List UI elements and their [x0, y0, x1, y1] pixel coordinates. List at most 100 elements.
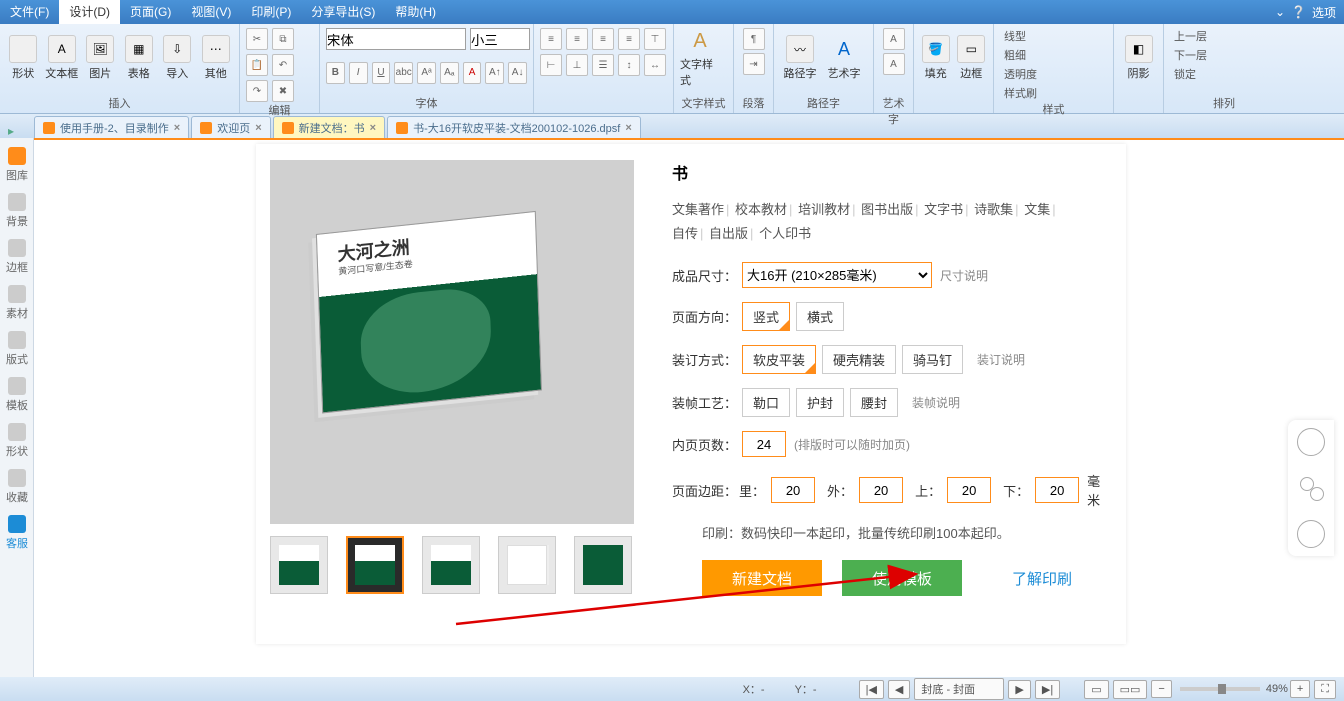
delete-icon[interactable]: ✖: [272, 80, 294, 102]
craft-hint-link[interactable]: 装帧说明: [912, 394, 960, 411]
menu-design[interactable]: 设计(D): [59, 0, 120, 24]
margin-bottom-input[interactable]: [1035, 477, 1079, 503]
page-nav-select[interactable]: 封底 - 封面: [914, 678, 1004, 700]
redo-icon[interactable]: ↷: [246, 80, 268, 102]
copy-icon[interactable]: ⧉: [272, 28, 294, 50]
margin-outer-input[interactable]: [859, 477, 903, 503]
arttext-button[interactable]: A艺术字: [824, 28, 864, 88]
zoom-fit-button[interactable]: ⛶: [1314, 680, 1336, 699]
insert-image-button[interactable]: 🖼图片: [83, 28, 118, 88]
bind-hint-link[interactable]: 装订说明: [977, 351, 1025, 368]
zoom-out-button[interactable]: −: [1151, 680, 1171, 698]
linespace-icon[interactable]: ↕: [618, 54, 640, 76]
sidebar-item-shape[interactable]: 形状: [0, 418, 34, 464]
art-icon1[interactable]: A: [883, 28, 905, 50]
thickness-button[interactable]: 粗细: [1000, 47, 1107, 63]
textstyle-button[interactable]: A文字样式: [680, 28, 720, 88]
craft-belt[interactable]: 腰封: [850, 388, 898, 417]
list-icon[interactable]: ☰: [592, 54, 614, 76]
align-justify-icon[interactable]: ≡: [618, 28, 640, 50]
close-icon[interactable]: ×: [625, 122, 631, 134]
collapse-ribbon-icon[interactable]: ⌄: [1275, 5, 1285, 19]
zoom-slider[interactable]: [1180, 687, 1260, 691]
align-center-icon[interactable]: ≡: [566, 28, 588, 50]
sidebar-item-service[interactable]: 客服: [0, 510, 34, 556]
orient-vertical[interactable]: 竖式: [742, 302, 790, 331]
sidebar-item-background[interactable]: 背景: [0, 188, 34, 234]
insert-textbox-button[interactable]: A文本框: [45, 28, 80, 88]
strike-icon[interactable]: abc: [394, 62, 413, 84]
sidebar-item-border[interactable]: 边框: [0, 234, 34, 280]
bind-soft[interactable]: 软皮平装: [742, 345, 816, 374]
transparency-button[interactable]: 透明度: [1000, 66, 1107, 82]
art-icon2[interactable]: A: [883, 53, 905, 75]
zoom-in-button[interactable]: +: [1290, 680, 1310, 698]
close-icon[interactable]: ×: [255, 122, 261, 134]
margin-inner-input[interactable]: [771, 477, 815, 503]
sidebar-item-template[interactable]: 模板: [0, 372, 34, 418]
font-name-select[interactable]: [326, 28, 466, 50]
use-template-button[interactable]: 使用模板: [842, 560, 962, 596]
bring-front-button[interactable]: 上一层: [1170, 28, 1278, 44]
font-shrink-icon[interactable]: A↓: [508, 62, 527, 84]
linetype-button[interactable]: 线型: [1000, 28, 1107, 44]
menu-view[interactable]: 视图(V): [181, 0, 241, 24]
margin-top-input[interactable]: [947, 477, 991, 503]
bind-hard[interactable]: 硬壳精装: [822, 345, 896, 374]
sidebar-item-layout[interactable]: 版式: [0, 326, 34, 372]
craft-jacket[interactable]: 护封: [796, 388, 844, 417]
paste-icon[interactable]: 📋: [246, 54, 268, 76]
para-icon2[interactable]: ⇥: [743, 53, 765, 75]
underline-icon[interactable]: U: [372, 62, 391, 84]
sub-icon[interactable]: Aₐ: [440, 62, 459, 84]
nav-first-button[interactable]: |◀: [859, 680, 884, 699]
doctab-welcome[interactable]: 欢迎页×: [191, 116, 270, 138]
cut-icon[interactable]: ✂: [246, 28, 268, 50]
lock-button[interactable]: 锁定: [1170, 66, 1278, 82]
qq-icon[interactable]: [1297, 428, 1325, 456]
align-top-icon[interactable]: ⊤: [644, 28, 666, 50]
thumb-4[interactable]: [498, 536, 556, 594]
sidebar-item-gallery[interactable]: 图库: [0, 142, 34, 188]
nav-next-button[interactable]: ▶: [1008, 680, 1030, 699]
insert-table-button[interactable]: ▦表格: [122, 28, 157, 88]
menu-help[interactable]: 帮助(H): [385, 0, 446, 24]
pages-input[interactable]: [742, 431, 786, 457]
sidebar-item-favorite[interactable]: 收藏: [0, 464, 34, 510]
undo-icon[interactable]: ↶: [272, 54, 294, 76]
bold-icon[interactable]: B: [326, 62, 345, 84]
size-hint-link[interactable]: 尺寸说明: [940, 267, 988, 284]
close-icon[interactable]: ×: [370, 122, 376, 134]
new-doc-button[interactable]: 新建文档: [702, 560, 822, 596]
options-label[interactable]: 选项: [1312, 4, 1336, 21]
help-icon[interactable]: ❔: [1291, 5, 1306, 19]
font-color-icon[interactable]: A: [463, 62, 482, 84]
nav-prev-button[interactable]: ◀: [888, 680, 910, 699]
doctab-manual[interactable]: 使用手册-2、目录制作×: [34, 116, 189, 138]
craft-flap[interactable]: 勒口: [742, 388, 790, 417]
fill-button[interactable]: 🪣填充: [920, 28, 952, 88]
border-button[interactable]: ▭边框: [956, 28, 988, 88]
insert-import-button[interactable]: ⇩导入: [160, 28, 195, 88]
insert-other-button[interactable]: ⋯其他: [199, 28, 234, 88]
play-icon[interactable]: ▸: [8, 124, 14, 138]
italic-icon[interactable]: I: [349, 62, 368, 84]
para-icon1[interactable]: ¶: [743, 28, 765, 50]
charspace-icon[interactable]: ↔: [644, 54, 666, 76]
align-left-icon[interactable]: ≡: [540, 28, 562, 50]
send-back-button[interactable]: 下一层: [1170, 47, 1278, 63]
pathtext-button[interactable]: 〰路径字: [780, 28, 820, 88]
thumb-3[interactable]: [422, 536, 480, 594]
viewmode1-icon[interactable]: ▭: [1084, 680, 1108, 699]
align-mid-icon[interactable]: ⊢: [540, 54, 562, 76]
thumb-2[interactable]: [346, 536, 404, 594]
headset-icon[interactable]: [1297, 520, 1325, 548]
font-grow-icon[interactable]: A↑: [485, 62, 504, 84]
sidebar-item-material[interactable]: 素材: [0, 280, 34, 326]
stylebrush-button[interactable]: 样式刷: [1000, 85, 1107, 101]
learn-print-button[interactable]: 了解印刷: [982, 560, 1102, 596]
menu-share[interactable]: 分享导出(S): [301, 0, 385, 24]
insert-shape-button[interactable]: 形状: [6, 28, 41, 88]
shadow-button[interactable]: ◧阴影: [1120, 28, 1157, 88]
align-bottom-icon[interactable]: ⊥: [566, 54, 588, 76]
